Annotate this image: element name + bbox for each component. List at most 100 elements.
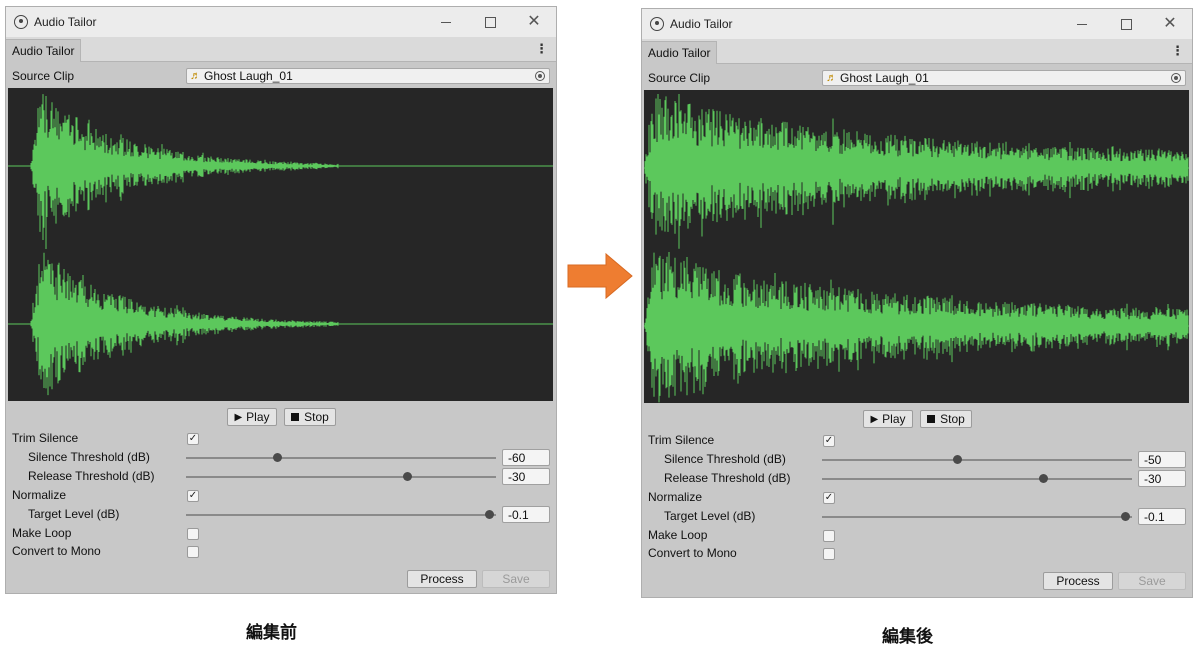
trim-silence-checkbox[interactable]: ✓	[187, 433, 199, 445]
title-bar[interactable]: Audio Tailor ✕	[6, 7, 556, 37]
source-clip-label: Source Clip	[648, 71, 711, 85]
target-level-slider[interactable]	[186, 514, 496, 516]
silence-threshold-slider[interactable]	[822, 459, 1132, 461]
caption-after: 編集後	[882, 627, 933, 647]
source-clip-value: Ghost Laugh_01	[204, 69, 293, 83]
make-loop-label: Make Loop	[648, 528, 708, 542]
tab-audio-tailor[interactable]: Audio Tailor	[642, 41, 718, 64]
make-loop-row: Make Loop	[648, 526, 707, 544]
window-title: Audio Tailor	[34, 15, 97, 29]
play-label: Play	[246, 410, 270, 424]
silence-threshold-input[interactable]: -60	[502, 449, 550, 466]
waveform-svg	[644, 94, 1189, 403]
title-bar[interactable]: Audio Tailor ✕	[642, 9, 1192, 39]
release-threshold-thumb[interactable]	[1039, 474, 1048, 483]
release-threshold-row: Release Threshold (dB)	[12, 467, 155, 485]
save-button[interactable]: Save	[1118, 572, 1186, 590]
audio-tailor-window-before: Audio Tailor ✕ Audio Tailor ⋮ Source Cli…	[5, 6, 557, 594]
process-button[interactable]: Process	[1043, 572, 1113, 590]
tab-bar: Audio Tailor ⋮	[642, 39, 1192, 64]
source-clip-field[interactable]: ♬ Ghost Laugh_01	[822, 70, 1186, 86]
waveform-display	[644, 90, 1189, 403]
source-clip-field[interactable]: ♬ Ghost Laugh_01	[186, 68, 550, 84]
normalize-row: Normalize	[12, 486, 66, 504]
minimize-icon	[1077, 23, 1087, 25]
stop-icon	[291, 413, 300, 421]
convert-mono-checkbox[interactable]	[823, 548, 835, 560]
target-level-thumb[interactable]	[1121, 512, 1130, 521]
target-level-thumb[interactable]	[485, 510, 494, 519]
maximize-button[interactable]	[468, 7, 512, 37]
kebab-menu-icon[interactable]: ⋮	[1171, 43, 1184, 59]
source-clip-label: Source Clip	[12, 69, 75, 83]
waveform-svg	[8, 94, 553, 396]
caption-before: 編集前	[246, 623, 297, 643]
kebab-menu-icon[interactable]: ⋮	[535, 41, 548, 57]
normalize-label: Normalize	[648, 490, 703, 504]
close-icon: ✕	[1163, 15, 1177, 32]
source-clip-row: Source Clip	[648, 69, 710, 87]
process-button[interactable]: Process	[407, 570, 477, 588]
maximize-button[interactable]	[1104, 9, 1148, 39]
object-picker-icon[interactable]	[535, 71, 545, 81]
normalize-checkbox[interactable]: ✓	[187, 490, 199, 502]
make-loop-checkbox[interactable]	[823, 530, 835, 542]
source-clip-row: Source Clip	[12, 67, 74, 85]
convert-mono-row: Convert to Mono	[12, 542, 101, 560]
target-level-label: Target Level (dB)	[28, 507, 120, 521]
trim-silence-row: Trim Silence	[648, 431, 714, 449]
trim-silence-label: Trim Silence	[12, 431, 79, 445]
play-button[interactable]: ▶ Play	[863, 410, 913, 428]
play-button[interactable]: ▶ Play	[227, 408, 277, 426]
target-level-label: Target Level (dB)	[664, 509, 756, 523]
play-icon: ▶	[870, 413, 879, 425]
convert-mono-checkbox[interactable]	[187, 546, 199, 558]
release-threshold-row: Release Threshold (dB)	[648, 469, 791, 487]
silence-threshold-label: Silence Threshold (dB)	[664, 452, 786, 466]
audio-clip-icon: ♬	[190, 70, 201, 82]
release-threshold-slider[interactable]	[186, 476, 496, 478]
silence-threshold-thumb[interactable]	[953, 455, 962, 464]
silence-threshold-row: Silence Threshold (dB)	[12, 448, 150, 466]
tab-bar: Audio Tailor ⋮	[6, 37, 556, 62]
make-loop-checkbox[interactable]	[187, 528, 199, 540]
silence-threshold-input[interactable]: -50	[1138, 451, 1186, 468]
unity-logo-icon	[14, 15, 28, 29]
window-title: Audio Tailor	[670, 17, 733, 31]
silence-threshold-label: Silence Threshold (dB)	[28, 450, 150, 464]
save-button[interactable]: Save	[482, 570, 550, 588]
maximize-icon	[1120, 18, 1132, 30]
silence-threshold-thumb[interactable]	[273, 453, 282, 462]
audio-clip-icon: ♬	[826, 72, 837, 84]
target-level-input[interactable]: -0.1	[1138, 508, 1186, 525]
silence-threshold-slider[interactable]	[186, 457, 496, 459]
tab-audio-tailor[interactable]: Audio Tailor	[6, 39, 82, 62]
trim-silence-checkbox[interactable]: ✓	[823, 435, 835, 447]
close-icon: ✕	[527, 13, 541, 30]
convert-mono-label: Convert to Mono	[648, 546, 737, 560]
source-clip-value: Ghost Laugh_01	[840, 71, 929, 85]
release-threshold-slider[interactable]	[822, 478, 1132, 480]
trim-silence-label: Trim Silence	[648, 433, 715, 447]
release-threshold-input[interactable]: -30	[502, 468, 550, 485]
silence-threshold-row: Silence Threshold (dB)	[648, 450, 786, 468]
target-level-slider[interactable]	[822, 516, 1132, 518]
target-level-input[interactable]: -0.1	[502, 506, 550, 523]
normalize-checkbox[interactable]: ✓	[823, 492, 835, 504]
minimize-button[interactable]	[424, 7, 468, 37]
object-picker-icon[interactable]	[1171, 73, 1181, 83]
release-threshold-input[interactable]: -30	[1138, 470, 1186, 487]
minimize-button[interactable]	[1060, 9, 1104, 39]
target-level-row: Target Level (dB)	[648, 507, 755, 525]
stop-button[interactable]: Stop	[920, 410, 972, 428]
release-threshold-thumb[interactable]	[403, 472, 412, 481]
make-loop-label: Make Loop	[12, 526, 72, 540]
stop-button[interactable]: Stop	[284, 408, 336, 426]
minimize-icon	[441, 21, 451, 23]
stop-icon	[927, 415, 936, 423]
release-threshold-label: Release Threshold (dB)	[664, 471, 791, 485]
close-button[interactable]: ✕	[1148, 9, 1192, 39]
close-button[interactable]: ✕	[512, 7, 556, 37]
waveform-display	[8, 88, 553, 401]
release-threshold-label: Release Threshold (dB)	[28, 469, 155, 483]
